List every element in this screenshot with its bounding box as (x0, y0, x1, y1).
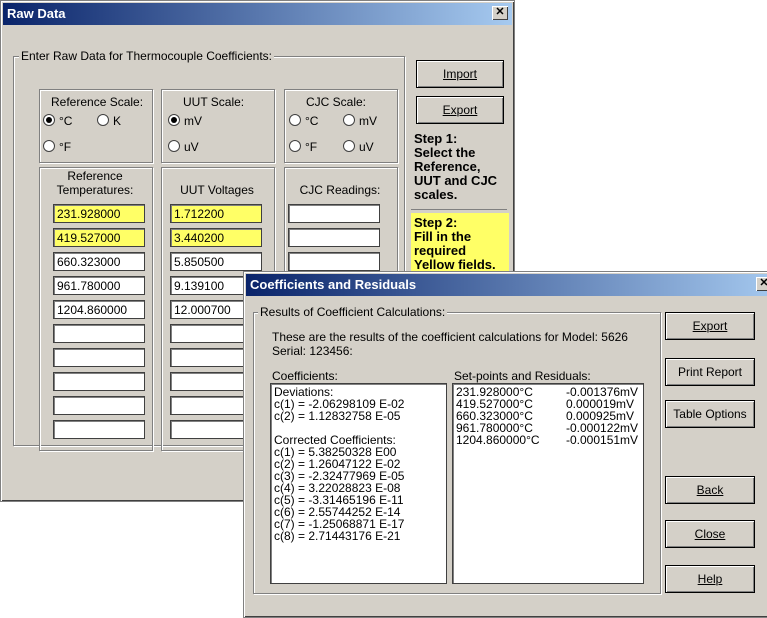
reference-kelvin-radio[interactable]: K (97, 114, 121, 128)
cjc-reading-field[interactable] (288, 204, 380, 223)
step2-instructions: Step 2: Fill in the required Yellow fiel… (411, 213, 509, 275)
reference-temp-field[interactable]: 660.323000 (53, 252, 145, 271)
reference-temp-field[interactable] (53, 396, 145, 415)
cjc-mv-radio[interactable]: mV (343, 114, 377, 128)
reference-fahrenheit-radio[interactable]: °F (43, 140, 71, 154)
uut-mv-radio[interactable]: mV (168, 114, 202, 128)
raw-data-close-icon[interactable]: ✕ (492, 6, 508, 20)
cjc-fahrenheit-radio[interactable]: °F (289, 140, 317, 154)
cjc-readings-header: CJC Readings: (299, 183, 381, 197)
radio-dot (97, 114, 109, 126)
reference-temp-field[interactable]: 1204.860000 (53, 300, 145, 319)
radio-label: °C (305, 114, 319, 128)
back-label: Back (696, 483, 724, 497)
reference-temp-field[interactable]: 961.780000 (53, 276, 145, 295)
setpoints-listbox[interactable]: 231.928000°C -0.001376mV 419.527000°C 0.00… (452, 383, 644, 584)
radio-label: mV (359, 114, 377, 128)
table-options-label: Table Options (673, 407, 747, 421)
radio-dot (289, 114, 301, 126)
raw-export-button[interactable]: Export (416, 96, 504, 124)
step1-instructions: Step 1: Select the Reference, UUT and CJ… (414, 131, 498, 202)
coefficients-window: Coefficients and Residuals ✕ Results of … (243, 271, 767, 618)
reference-temp-field[interactable] (53, 324, 145, 343)
help-label: Help (697, 572, 723, 586)
table-options-button[interactable]: Table Options (665, 400, 755, 428)
reference-temp-field[interactable]: 419.527000 (53, 228, 145, 247)
cjc-reading-field[interactable] (288, 252, 380, 271)
export-label: Export (442, 103, 478, 117)
setpoints-label: Set-points and Residuals: (454, 369, 591, 383)
radio-label: uV (359, 140, 374, 154)
raw-data-title: Raw Data (7, 6, 66, 21)
print-report-label: Print Report (677, 365, 743, 379)
back-button[interactable]: Back (665, 476, 755, 504)
setpoint-temp: 1204.860000°C (456, 433, 540, 447)
step-divider (411, 209, 507, 210)
setpoint-residual: -0.000151mV (566, 433, 639, 447)
coef-line: c(2) = 1.12832758 E-05 (274, 409, 401, 423)
reference-celsius-radio[interactable]: °C (43, 114, 72, 128)
radio-dot (43, 114, 55, 126)
export-label: Export (692, 319, 728, 333)
close-button[interactable]: Close (665, 520, 755, 548)
intro-line-1: These are the results of the coefficient… (272, 330, 628, 344)
uut-voltages-header: UUT Voltages (180, 183, 254, 197)
radio-label: uV (184, 140, 199, 154)
coefficients-title: Coefficients and Residuals (250, 277, 417, 292)
import-button[interactable]: Import (416, 60, 504, 88)
cjc-scale-label: CJC Scale: (306, 95, 367, 109)
export-button[interactable]: Export (665, 312, 755, 340)
uut-voltage-field[interactable]: 3.440200 (170, 228, 262, 247)
radio-label: K (113, 114, 122, 128)
uut-voltage-field[interactable]: 5.850500 (170, 252, 262, 271)
reference-temp-field[interactable] (53, 372, 145, 391)
radio-dot (168, 140, 180, 152)
help-button[interactable]: Help (665, 565, 755, 593)
uut-voltage-field[interactable]: 1.712200 (170, 204, 262, 223)
setpoint-row: 1204.860000°C -0.000151mV (456, 434, 640, 446)
uut-scale-label: UUT Scale: (183, 95, 245, 109)
cjc-celsius-radio[interactable]: °C (289, 114, 318, 128)
cjc-uv-radio[interactable]: uV (343, 140, 374, 154)
reference-scale-label: Reference Scale: (51, 95, 144, 109)
raw-data-group-label: Enter Raw Data for Thermocouple Coeffici… (19, 49, 275, 63)
close-label: Close (694, 527, 726, 541)
radio-label: mV (184, 114, 202, 128)
print-report-button[interactable]: Print Report (665, 358, 755, 386)
import-label: Import (442, 67, 477, 81)
radio-dot (343, 140, 355, 152)
cjc-reading-field[interactable] (288, 228, 380, 247)
coefficients-listbox[interactable]: Deviations: c(1) = -2.06298109 E-02 c(2)… (270, 383, 447, 584)
coefficients-close-icon[interactable]: ✕ (756, 277, 767, 291)
radio-label: °F (59, 140, 72, 154)
radio-label: °C (59, 114, 73, 128)
radio-dot (168, 114, 180, 126)
intro-line-2: Serial: 123456: (272, 344, 353, 358)
results-group-label: Results of Coefficient Calculations: (258, 305, 448, 319)
radio-dot (43, 140, 55, 152)
uut-uv-radio[interactable]: uV (168, 140, 199, 154)
coefficients-titlebar[interactable]: Coefficients and Residuals ✕ (246, 274, 767, 296)
coefficients-label: Coefficients: (272, 369, 338, 383)
coef-line: c(8) = 2.71443176 E-21 (274, 529, 401, 543)
radio-dot (289, 140, 301, 152)
reference-temperatures-header: Reference Temperatures: (56, 169, 134, 197)
reference-temp-field[interactable]: 231.928000 (53, 204, 145, 223)
radio-label: °F (305, 140, 318, 154)
reference-temp-field[interactable] (53, 420, 145, 439)
radio-dot (343, 114, 355, 126)
raw-data-titlebar[interactable]: Raw Data ✕ (3, 3, 512, 25)
reference-temp-field[interactable] (53, 348, 145, 367)
